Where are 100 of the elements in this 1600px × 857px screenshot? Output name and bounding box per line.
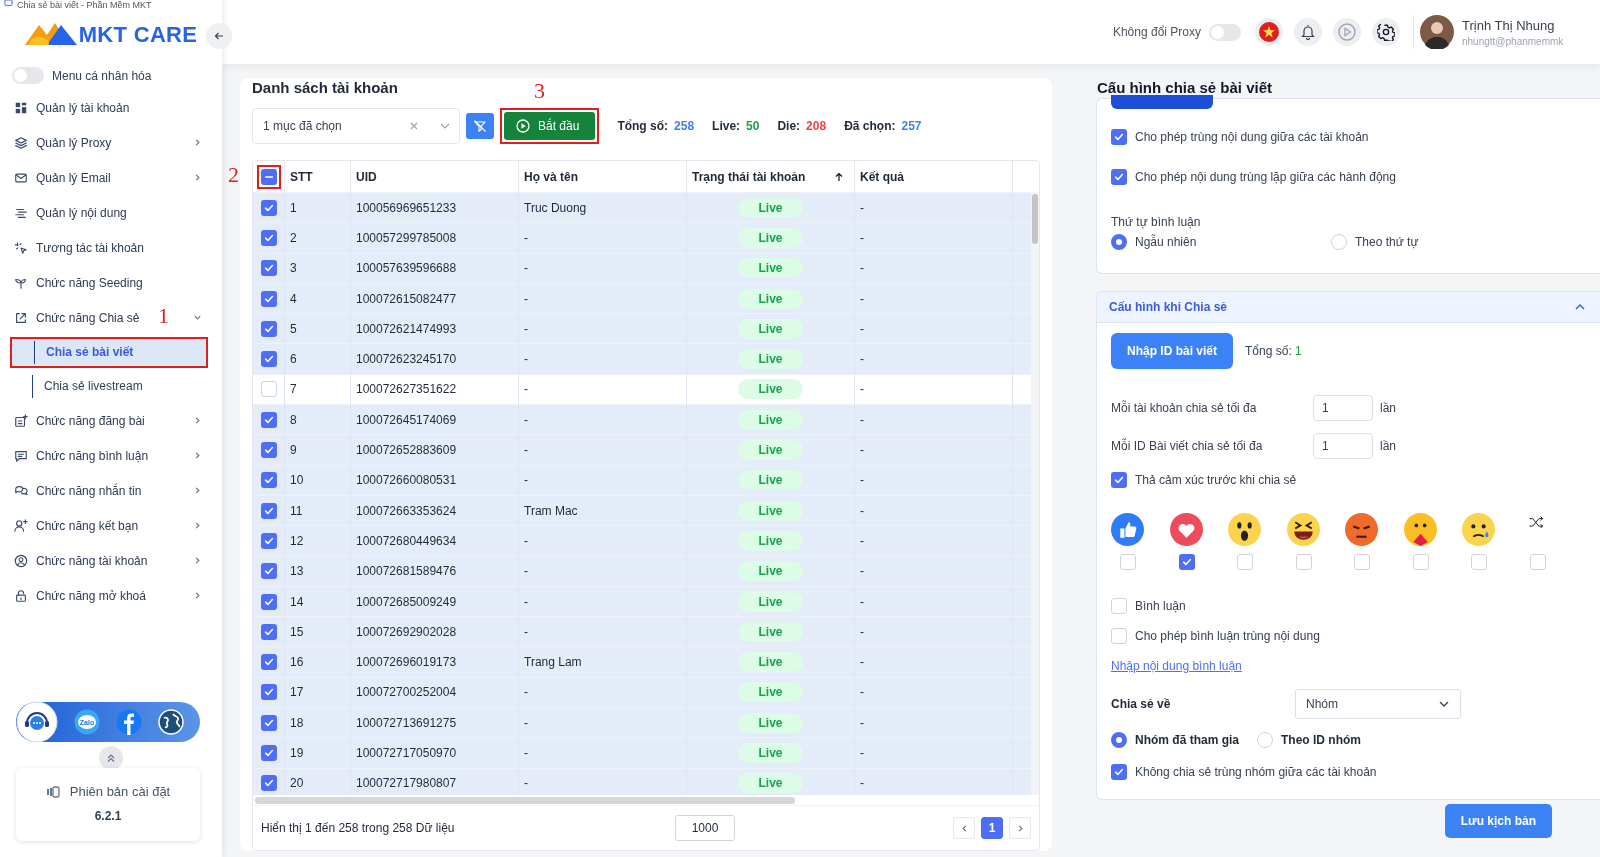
checkbox[interactable] xyxy=(1295,554,1312,570)
radio-label: Nhóm đã tham gia xyxy=(1135,733,1239,747)
toggle-switch[interactable] xyxy=(1209,23,1241,41)
checkbox[interactable] xyxy=(1471,554,1487,570)
sidebar-item[interactable]: Quản lý nội dung xyxy=(0,195,222,230)
expand-up-button[interactable] xyxy=(99,746,123,770)
checkbox[interactable] xyxy=(260,229,277,246)
checkbox[interactable] xyxy=(1111,628,1127,644)
comment-content-link[interactable]: Nhập nội dung bình luận xyxy=(1111,651,1242,681)
save-button[interactable]: Lưu kịch bản xyxy=(1444,804,1552,838)
checkbox[interactable] xyxy=(260,684,277,701)
account-filter-select[interactable]: 1 mục đã chọn xyxy=(252,108,460,144)
checkbox[interactable] xyxy=(260,775,277,792)
toggle-switch[interactable] xyxy=(12,67,44,84)
checkbox[interactable] xyxy=(1111,129,1127,145)
page-size-field[interactable]: 1000 xyxy=(675,815,735,841)
checkbox[interactable] xyxy=(1120,554,1136,570)
sidebar-item[interactable]: Chức năng Chia sẻ 1 xyxy=(0,300,222,335)
checkbox[interactable] xyxy=(260,745,277,761)
clear-filter-button[interactable] xyxy=(466,113,494,139)
stat-label: Đã chọn: xyxy=(844,119,896,133)
section-header[interactable]: Cấu hình khi Chia sẻ xyxy=(1097,292,1600,323)
like-reaction-icon xyxy=(1111,513,1144,546)
sidebar-item[interactable]: Chức năng bình luận xyxy=(0,438,222,473)
globe-icon[interactable] xyxy=(158,709,184,735)
sidebar-item[interactable]: Quản lý Proxy xyxy=(0,125,222,160)
scrollbar[interactable] xyxy=(1031,192,1039,795)
play-button[interactable] xyxy=(1333,18,1361,46)
user-email: nhungtt@phanmemmk xyxy=(1462,35,1564,47)
status-badge: Live xyxy=(738,288,803,309)
checkbox[interactable] xyxy=(260,351,277,368)
avatar xyxy=(1420,15,1454,49)
checkbox[interactable] xyxy=(1237,554,1253,570)
sidebar-item[interactable]: Chức năng đăng bài xyxy=(0,403,222,438)
checkbox[interactable] xyxy=(1111,764,1127,780)
checkbox[interactable] xyxy=(260,411,277,428)
sidebar-subitem[interactable]: Chia sẻ livestream xyxy=(10,372,204,400)
table-cell: - xyxy=(855,556,1013,586)
page-button[interactable]: 1 xyxy=(981,817,1003,839)
checkbox[interactable] xyxy=(260,563,277,580)
checkbox[interactable] xyxy=(260,290,277,307)
checkbox[interactable] xyxy=(1412,554,1429,570)
checkbox[interactable] xyxy=(1111,598,1127,614)
status-badge: Live xyxy=(738,561,803,582)
checkbox[interactable] xyxy=(260,199,277,216)
checkbox[interactable] xyxy=(260,623,277,640)
checkbox[interactable] xyxy=(1178,554,1195,570)
checkbox[interactable] xyxy=(1529,554,1546,570)
notification-button[interactable] xyxy=(1294,18,1322,46)
checkbox[interactable] xyxy=(260,320,277,337)
sidebar-item[interactable]: Quản lý Email xyxy=(0,160,222,195)
checkbox[interactable] xyxy=(260,472,277,489)
table-cell: 12 xyxy=(285,526,351,556)
checkbox[interactable] xyxy=(260,654,277,671)
checkbox[interactable] xyxy=(260,502,277,519)
sidebar-subitem[interactable]: Chia sẻ bài viết xyxy=(12,338,206,366)
toggle-label: Menu cá nhân hóa xyxy=(52,68,152,83)
checkbox[interactable] xyxy=(260,593,277,610)
checkbox[interactable] xyxy=(260,532,277,549)
headset-chat-icon[interactable] xyxy=(16,701,58,743)
sidebar-item[interactable]: Chức năng mở khoá xyxy=(0,578,222,613)
number-field[interactable]: 1 xyxy=(1313,395,1373,421)
table-cell: 100072623245170 xyxy=(351,344,519,374)
scrollbar[interactable] xyxy=(255,796,795,804)
sidebar-item[interactable]: Quản lý tài khoản xyxy=(0,90,222,125)
checkbox[interactable] xyxy=(1111,472,1127,488)
settings-button[interactable] xyxy=(1372,18,1400,46)
import-button[interactable]: Nhập ID bài viết xyxy=(1111,333,1234,369)
sidebar-item[interactable]: Chức năng tài khoản xyxy=(0,543,222,578)
checkmark-icon xyxy=(262,444,275,456)
checkbox[interactable] xyxy=(1354,554,1370,570)
sidebar-item[interactable]: Chức năng kết bạn xyxy=(0,508,222,543)
checkbox[interactable] xyxy=(260,714,277,731)
radio-button[interactable] xyxy=(1111,732,1127,748)
checkbox[interactable] xyxy=(1111,169,1127,185)
unit-label: lần xyxy=(1380,439,1396,453)
angry-emoji-icon xyxy=(1345,513,1378,546)
stat-label: Live: xyxy=(712,119,741,133)
option-label: Thả cảm xúc trước khi chia sẻ xyxy=(1135,473,1297,487)
number-field[interactable]: 1 xyxy=(1313,433,1373,459)
sidebar-item[interactable]: Chức năng nhắn tin xyxy=(0,473,222,508)
radio-button[interactable] xyxy=(1111,234,1127,250)
user-name: Trịnh Thị Nhung xyxy=(1462,17,1556,33)
sidebar-item[interactable]: Chức năng Seeding xyxy=(0,265,222,300)
table-cell: - xyxy=(855,435,1013,465)
flag-button[interactable] xyxy=(1255,18,1283,46)
collapse-button[interactable] xyxy=(206,23,232,49)
option-label: Cho phép bình luận trùng nội dung xyxy=(1135,629,1320,643)
table-cell: 10 xyxy=(285,465,351,495)
start-button[interactable]: Bắt đầu xyxy=(504,112,596,140)
facebook-icon[interactable] xyxy=(116,709,142,735)
table-cell: - xyxy=(855,253,1013,283)
checkbox[interactable] xyxy=(260,260,277,277)
status-badge: Live xyxy=(738,621,803,642)
field-label: Mỗi ID Bài viết chia sẻ tối đa xyxy=(1111,439,1264,453)
checkbox[interactable] xyxy=(260,381,277,398)
share-target-select[interactable]: Nhóm xyxy=(1295,689,1461,719)
checkbox[interactable] xyxy=(260,442,277,458)
sidebar-item[interactable]: Tương tác tài khoản xyxy=(0,230,222,265)
field-label: Chia sẻ về xyxy=(1111,697,1172,711)
